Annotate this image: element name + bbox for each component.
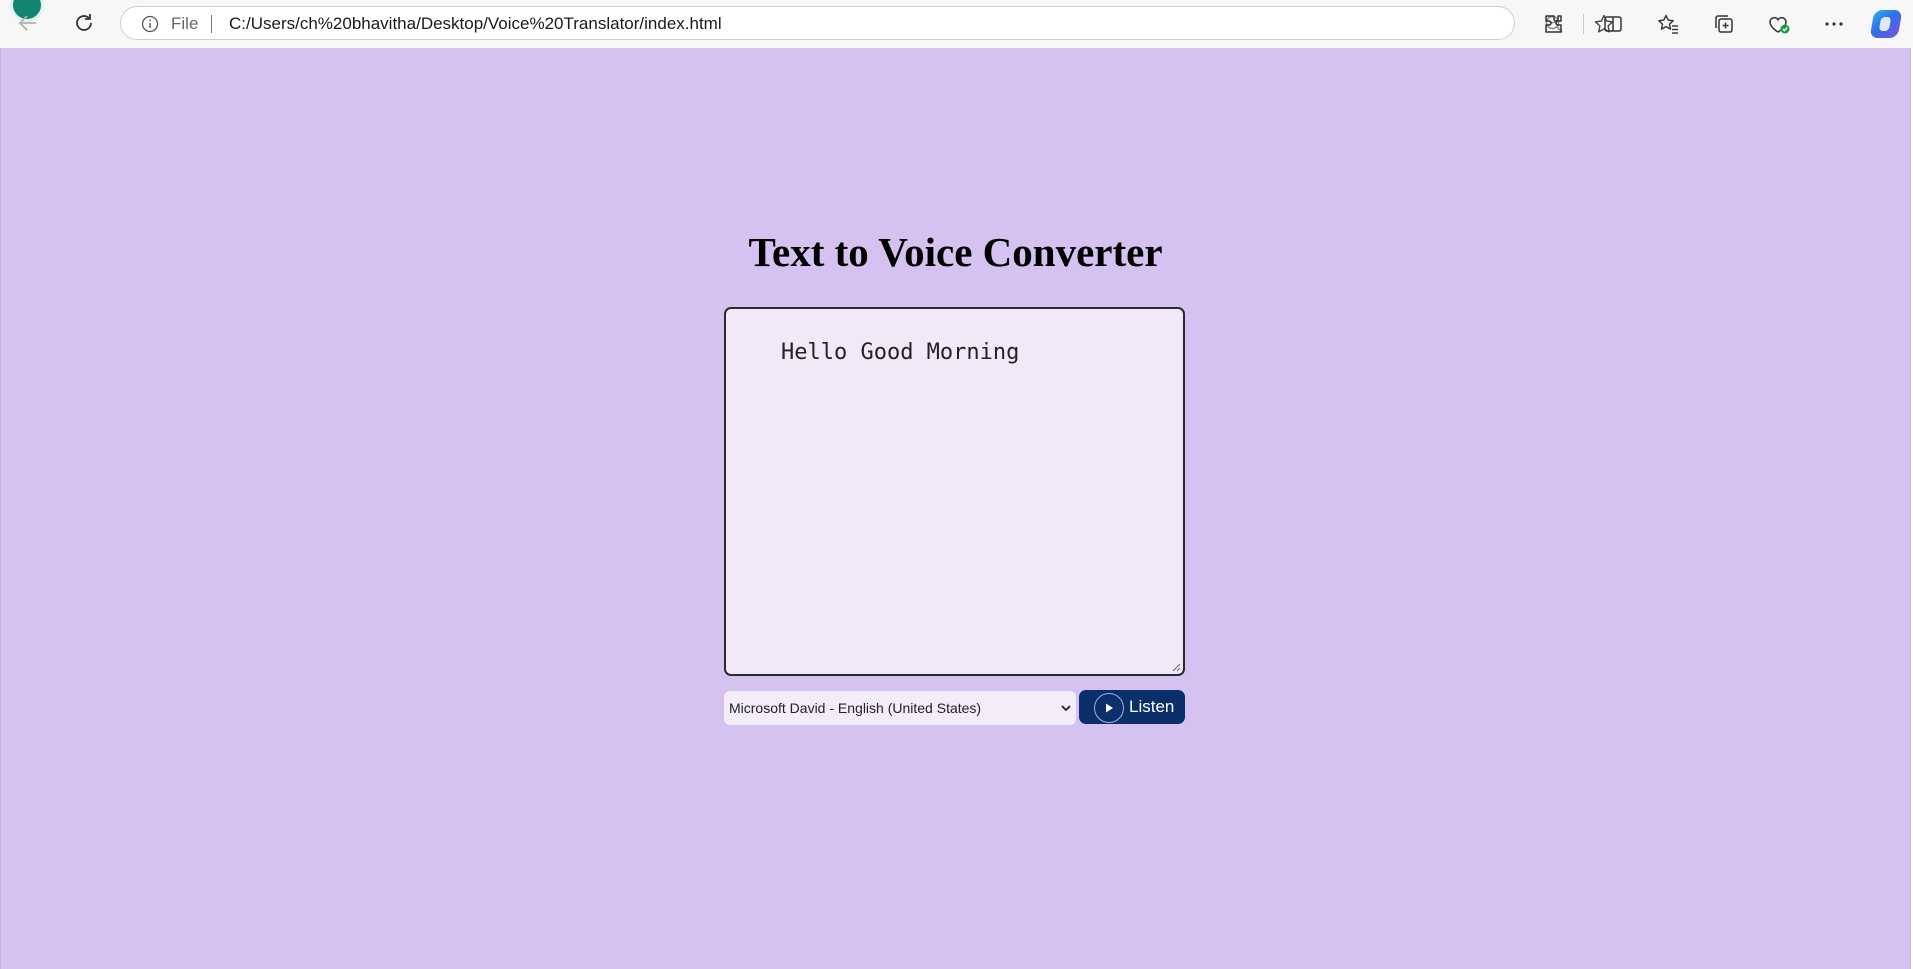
- voice-select-dropdown[interactable]: Microsoft David - English (United States…: [724, 691, 1076, 725]
- address-scheme-label: File: [171, 14, 199, 33]
- more-options-icon[interactable]: [1818, 8, 1850, 40]
- text-input-value: Hello Good Morning: [780, 340, 1020, 365]
- page-title: Text to Voice Converter: [748, 229, 1163, 275]
- text-input-area[interactable]: Hello Good Morning: [724, 307, 1185, 676]
- collections-icon[interactable]: [1708, 8, 1740, 40]
- play-icon: [1094, 693, 1124, 723]
- browser-toolbar: File C:/Users/ch%20bhavitha/Desktop/Voic…: [0, 0, 1913, 48]
- address-bar[interactable]: File C:/Users/ch%20bhavitha/Desktop/Voic…: [120, 6, 1614, 40]
- favorites-icon[interactable]: [1652, 8, 1684, 40]
- back-arrow-icon[interactable]: [12, 7, 44, 39]
- copilot-icon[interactable]: [1869, 10, 1903, 38]
- resize-handle-icon[interactable]: [1172, 663, 1181, 672]
- address-url[interactable]: C:/Users/ch%20bhavitha/Desktop/Voice%20T…: [229, 14, 722, 34]
- extensions-icon[interactable]: [1537, 8, 1569, 40]
- address-separator: [211, 15, 212, 33]
- listen-button-label: Listen: [1129, 697, 1175, 716]
- split-screen-icon[interactable]: [1597, 8, 1629, 40]
- page-body: Text to Voice Converter Hello Good Morni…: [0, 48, 1911, 969]
- voice-select-value: Microsoft David - English (United States…: [729, 700, 982, 716]
- toolbar-divider: [1583, 14, 1584, 34]
- chevron-down-icon: [1061, 705, 1071, 712]
- listen-button[interactable]: Listen: [1079, 690, 1185, 724]
- browser-essentials-icon[interactable]: [1763, 8, 1795, 40]
- refresh-icon[interactable]: [68, 7, 100, 39]
- info-icon[interactable]: [141, 15, 159, 33]
